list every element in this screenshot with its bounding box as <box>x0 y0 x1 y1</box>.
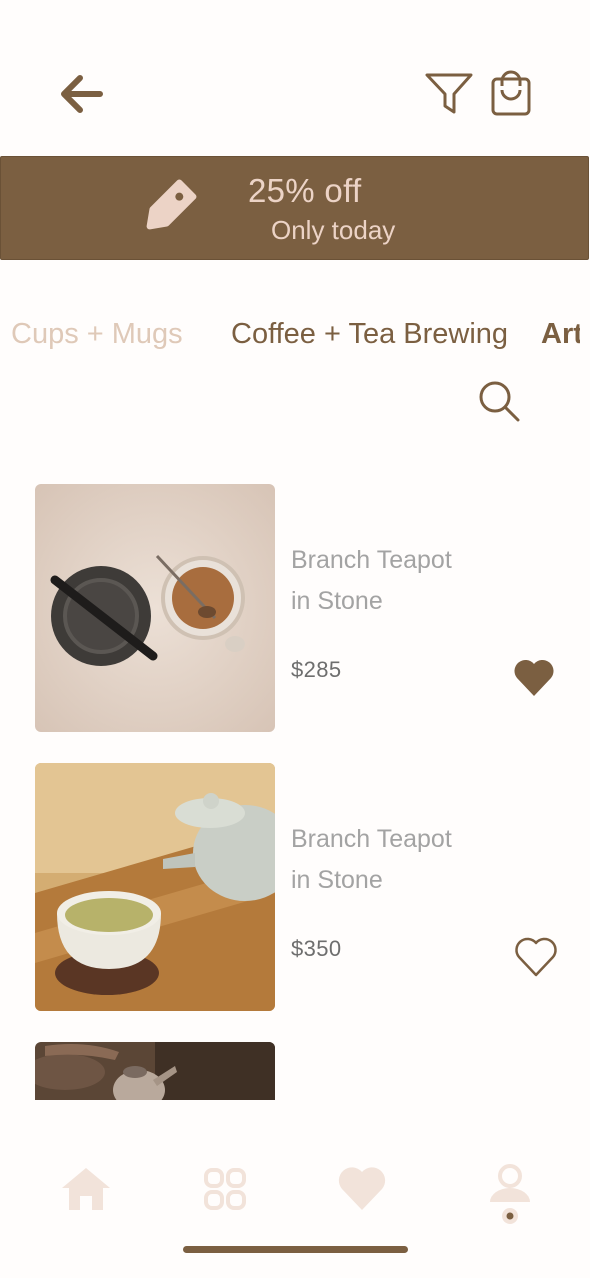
product-name-line1[interactable]: Branch Teapot <box>291 540 452 581</box>
product-name-line2[interactable]: in Stone <box>291 860 383 901</box>
category-tab-cups-mugs[interactable]: Cups + Mugs <box>11 318 183 351</box>
product-price: $285 <box>291 657 342 682</box>
profile-icon <box>490 1164 530 1224</box>
filter-button[interactable] <box>424 70 474 118</box>
category-tab-art[interactable]: Art <box>541 318 580 351</box>
product-name-line2[interactable]: in Stone <box>291 581 383 622</box>
tab-home[interactable] <box>58 1162 114 1222</box>
product-image-teapot-stone[interactable] <box>35 484 275 732</box>
promo-title: 25% off <box>248 172 362 209</box>
promo-subtitle: Only today <box>271 215 396 245</box>
filter-icon <box>425 73 473 114</box>
product-price: $350 <box>291 936 342 961</box>
tab-categories[interactable] <box>198 1162 254 1222</box>
search-icon <box>479 381 520 422</box>
heart-outline-icon <box>515 937 557 977</box>
back-button[interactable] <box>56 70 106 120</box>
arrow-left-icon <box>61 75 103 113</box>
shopping-bag-icon <box>491 70 531 116</box>
product-image-teapot-cup[interactable] <box>35 763 275 1011</box>
heart-filled-icon <box>514 659 554 696</box>
favorite-button-outline[interactable] <box>514 935 558 984</box>
category-tab-coffee-tea-brewing[interactable]: Coffee + Tea Brewing <box>231 318 508 351</box>
shopping-bag-button[interactable] <box>488 70 534 118</box>
price-tag-icon <box>146 179 197 230</box>
heart-icon <box>338 1167 386 1210</box>
favorite-button-filled[interactable] <box>512 656 556 703</box>
grid-icon <box>204 1168 246 1210</box>
tab-profile[interactable] <box>482 1162 538 1224</box>
home-indicator <box>183 1246 408 1253</box>
product-name-line1[interactable]: Branch Teapot <box>291 819 452 860</box>
tab-favorites[interactable] <box>334 1162 390 1222</box>
search-button[interactable] <box>476 378 522 424</box>
home-icon <box>62 1168 110 1210</box>
product-image-kettle-pour[interactable] <box>35 1042 275 1100</box>
